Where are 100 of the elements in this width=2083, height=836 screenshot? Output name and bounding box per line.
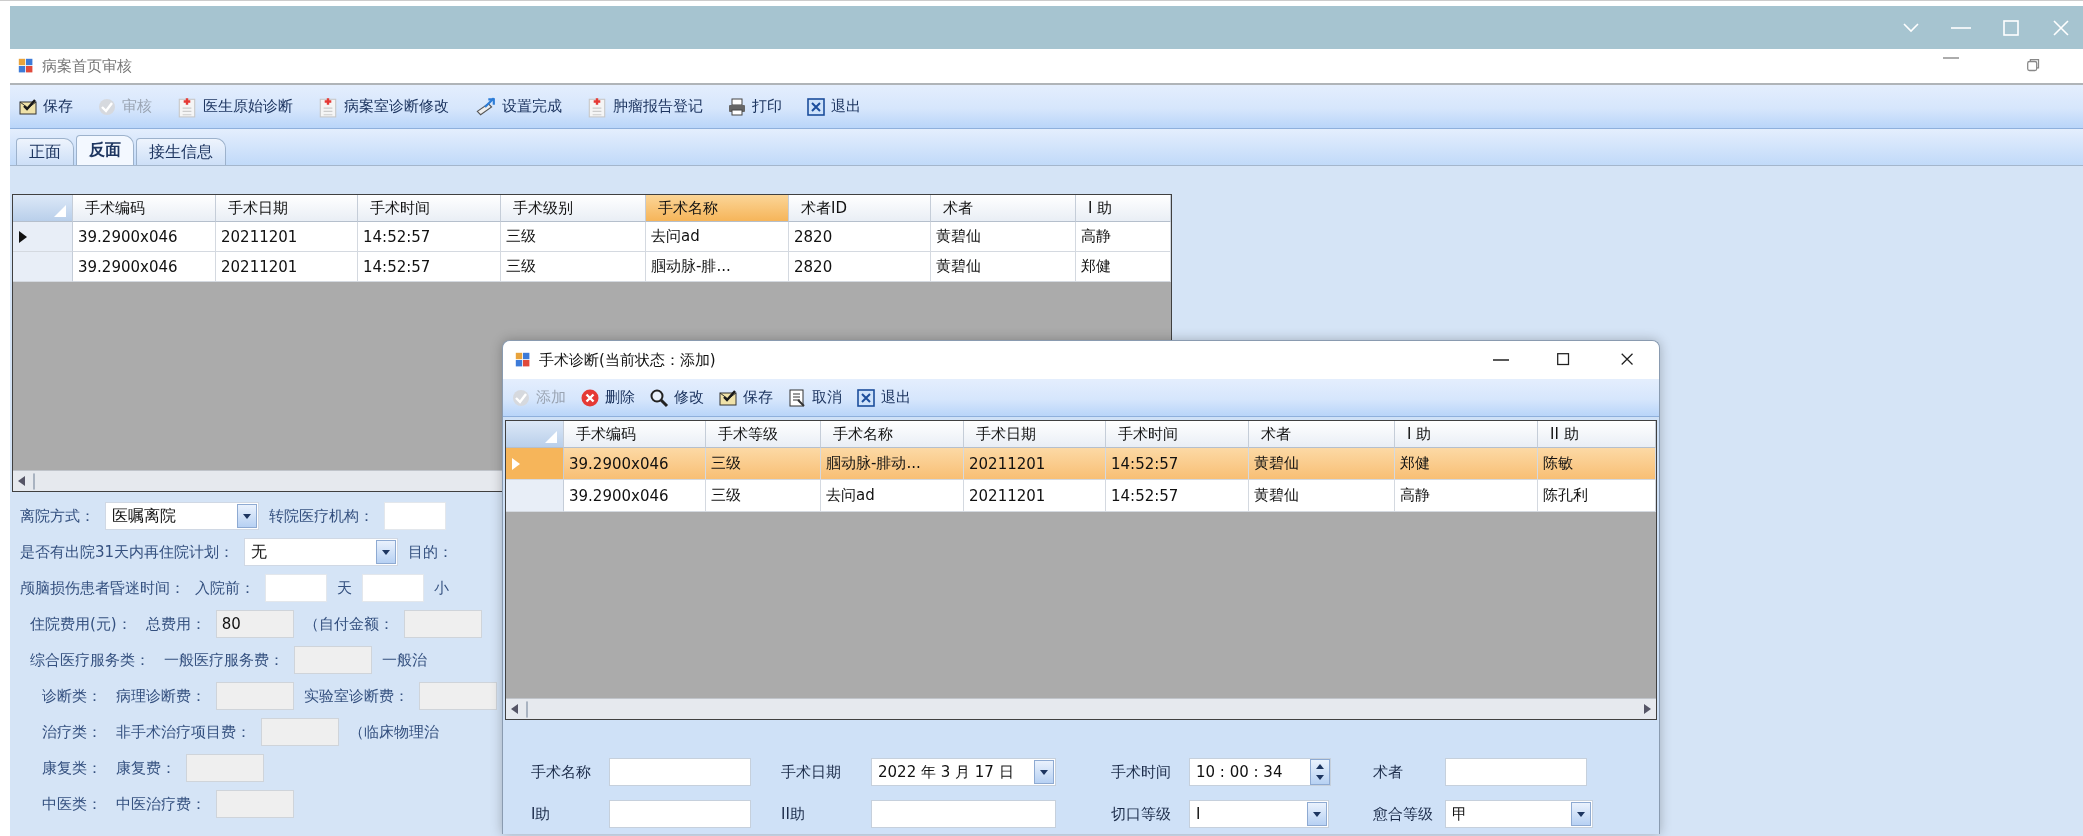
toolbar-button[interactable]: 修改 [647,385,706,410]
section-label: 治疗类： [41,722,102,742]
field-label: 病理诊断费： [116,686,206,706]
column-header[interactable]: II 助 [1538,421,1656,448]
column-header[interactable]: 手术时间 [358,195,501,222]
field-label: 术者 [1373,762,1404,782]
current-row-icon [19,230,27,243]
row-selector[interactable] [13,222,73,252]
field-label: 非手术治疗项目费： [116,722,251,742]
field-label: 颅脑损伤患者昏迷时间： [20,578,185,598]
column-header[interactable]: I 助 [1076,195,1171,222]
toolbar-button[interactable]: 肿瘤报告登记 [584,92,705,121]
column-header[interactable]: 手术等级 [706,421,821,448]
toolbar-button[interactable]: 取消 [785,385,844,410]
corner-triangle-icon [54,205,66,217]
column-header[interactable]: I 助 [1395,421,1538,448]
minimize-icon [1951,26,1971,29]
close-icon [806,96,826,117]
maximize-icon [2001,17,2021,38]
field-label: 入院前： [195,578,255,598]
toolbar-button[interactable]: 医生原始诊断 [174,92,295,121]
app-icon [515,352,531,368]
section-label: 诊断类： [41,686,102,706]
column-header[interactable]: 手术编码 [73,195,216,222]
field-label: 小 [434,578,449,598]
tab[interactable]: 反面 [76,135,134,165]
table-cell: 2820 [789,252,931,282]
time-spinner[interactable]: 10 : 00 : 34 [1189,758,1331,786]
close-icon [856,387,876,408]
tab[interactable]: 接生信息 [136,138,226,165]
input-field[interactable] [871,800,1056,828]
dropdown[interactable]: I [1189,800,1329,828]
dropdown[interactable]: 甲 [1445,800,1593,828]
date-picker[interactable]: 2022 年 3 月 17 日 [871,758,1056,786]
field-label: 一般治 [382,650,427,670]
tab[interactable]: 正面 [16,138,74,165]
input-field[interactable] [362,574,424,602]
app-icon [18,58,34,74]
column-header[interactable]: 手术名称 [646,195,789,222]
toolbar-button[interactable]: 退出 [854,385,913,410]
current-row-icon [512,457,520,470]
table-cell: 三级 [706,480,821,512]
column-header[interactable]: 手术名称 [821,421,964,448]
column-header[interactable]: 术者 [1249,421,1395,448]
toolbar-button[interactable]: 打印 [725,94,784,119]
field-label: II助 [781,804,806,824]
field-label: I助 [531,804,552,824]
toolbar-button[interactable]: 删除 [578,385,637,410]
field-label: （自付金额： [303,614,394,634]
field-label: （临床物理治 [349,722,439,742]
input-field[interactable] [1445,758,1587,786]
input-field[interactable] [609,800,751,828]
caret-icon [243,513,251,519]
toolbar-button[interactable]: 设置完成 [471,93,564,120]
toolbar-button[interactable]: 保存 [716,385,775,410]
table-cell: 39.2900x046 [73,252,216,282]
table-cell: 39.2900x046 [564,480,706,512]
column-header[interactable]: 术者 [931,195,1076,222]
column-header[interactable]: 手术日期 [964,421,1106,448]
field-label: 离院方式： [20,506,95,526]
dropdown[interactable]: 医嘱离院 [105,502,259,530]
field-label: 一般医疗服务费： [164,650,284,670]
field-label: 中医治疗费： [116,794,206,814]
close-icon [2051,17,2071,38]
window-title: 病案首页审核 [42,56,132,76]
toolbar-button[interactable]: 保存 [16,94,75,119]
table-cell: 去问ad [821,480,964,512]
table-cell: 三级 [501,252,646,282]
table-cell: 14:52:57 [358,252,501,282]
column-header[interactable]: 手术级别 [501,195,646,222]
input-field[interactable] [384,502,446,530]
field-label: 康复费： [116,758,176,778]
table-cell: 黄碧仙 [931,252,1076,282]
input-field[interactable] [265,574,327,602]
field-label: 是否有出院31天内再住院计划： [20,542,235,562]
check-icon [97,96,117,117]
column-header[interactable]: 手术时间 [1106,421,1249,448]
field-label: 转院医疗机构： [269,506,374,526]
column-header[interactable]: 手术编码 [564,421,706,448]
table-cell: 高静 [1395,480,1538,512]
toolbar-button[interactable]: 病案室诊断修改 [315,92,451,121]
field-label: 手术名称 [531,762,592,782]
field-label: 实验室诊断费： [304,686,409,706]
printer-icon [727,96,747,117]
table-cell: 20211201 [964,480,1106,512]
scroll-right-icon[interactable] [1643,704,1651,714]
table-cell: 腘动脉-腓... [646,252,789,282]
field-label: 天 [337,578,352,598]
caret-icon [382,549,391,555]
toolbar-button[interactable]: 退出 [804,94,863,119]
scroll-left-icon[interactable] [511,704,519,714]
input-field[interactable] [609,758,751,786]
dropdown[interactable]: 无 [244,538,399,566]
field-label: 手术日期 [781,762,842,782]
caret-icon [1313,811,1321,817]
scroll-left-icon[interactable] [18,476,26,486]
column-header[interactable]: 手术日期 [216,195,358,222]
horizontal-scrollbar[interactable] [506,698,1656,719]
column-header[interactable]: 术者ID [789,195,931,222]
field-label: 总费用： [145,614,206,634]
